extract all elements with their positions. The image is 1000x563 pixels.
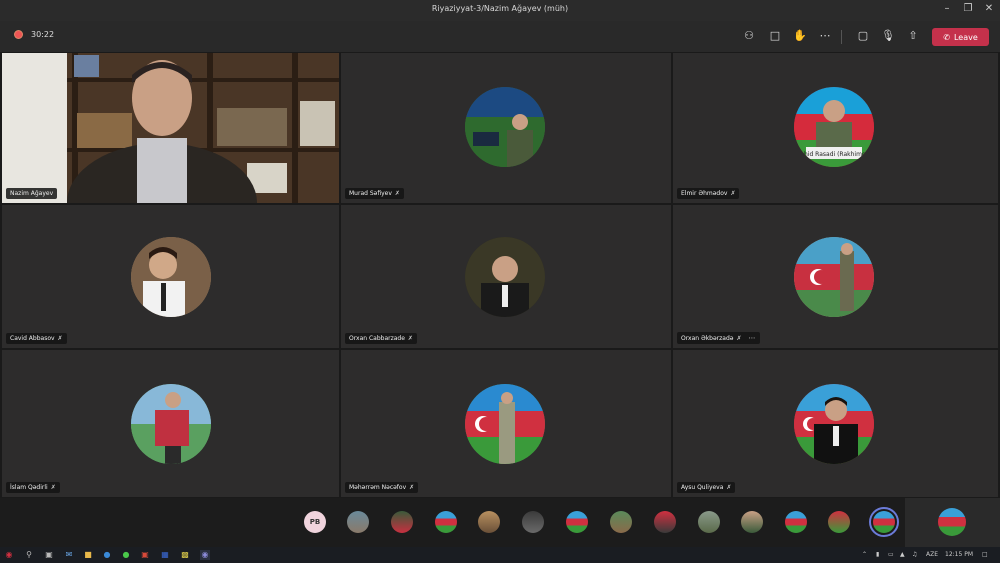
participant-tile[interactable]: Murad Səfiyev ✗: [341, 53, 671, 203]
leave-button[interactable]: ✆ Leave: [932, 28, 989, 46]
participant-tray: PB: [0, 498, 1000, 547]
recording-icon: [14, 30, 23, 39]
notifications-icon[interactable]: □: [982, 551, 988, 558]
chrome-icon[interactable]: ●: [121, 550, 131, 560]
self-view[interactable]: [905, 498, 1000, 547]
network-icon[interactable]: ▲: [900, 551, 905, 558]
mic-muted-icon: ✗: [57, 335, 63, 342]
minimize-icon[interactable]: –: [940, 3, 954, 14]
tray-avatar[interactable]: [478, 511, 500, 533]
phone-icon: ✆: [943, 32, 950, 42]
more-options-icon[interactable]: ⋯: [818, 29, 832, 43]
camera-off-icon[interactable]: ▢: [856, 29, 870, 43]
participant-tile[interactable]: Cavid Abbasov ✗: [2, 205, 339, 348]
restore-icon[interactable]: ❐: [961, 3, 975, 14]
tray-avatar[interactable]: [522, 511, 544, 533]
mail-icon[interactable]: ✉: [64, 550, 74, 560]
notes-icon[interactable]: ▩: [180, 550, 190, 560]
participants-icon[interactable]: ⚇: [742, 29, 756, 43]
participant-name-tag: Cavid Abbasov ✗: [6, 333, 67, 344]
tray-avatar[interactable]: [610, 511, 632, 533]
self-avatar: [938, 508, 966, 536]
participant-avatar: [131, 384, 211, 464]
participant-name-tag: Orxan Əkbərzadə ✗ ⋯: [677, 332, 760, 344]
participant-name-tag: Nazim Ağayev: [6, 188, 58, 199]
tray-avatar[interactable]: [785, 511, 807, 533]
more-options-icon[interactable]: ⋯: [749, 334, 756, 342]
close-icon[interactable]: ✕: [982, 3, 996, 14]
presenter-video: [2, 53, 339, 203]
mic-muted-icon: ✗: [407, 335, 413, 342]
mic-muted-icon: ✗: [736, 334, 742, 342]
input-language[interactable]: AZE: [926, 551, 938, 558]
active-speaker-ring[interactable]: [869, 507, 899, 537]
tray-avatar: [873, 511, 895, 533]
mic-muted-icon: ✗: [50, 484, 56, 491]
participant-tile[interactable]: İslam Qədirli ✗: [2, 350, 339, 497]
word-icon[interactable]: ▦: [160, 550, 170, 560]
mic-off-icon[interactable]: 🎙: [881, 29, 895, 43]
raise-hand-icon[interactable]: ✋: [793, 29, 807, 43]
meeting-timer: 30:22: [14, 30, 54, 39]
tray-avatar[interactable]: [654, 511, 676, 533]
participant-avatar: [465, 384, 545, 464]
chat-icon[interactable]: □: [768, 29, 782, 43]
title-bar: Riyaziyyat-3/Nazim Ağayev (müh) – ❐ ✕: [0, 0, 1000, 21]
meeting-toolbar: 30:22 ⚇ □ ✋ ⋯ ▢ 🎙 ⇧ ✆ Leave: [0, 21, 1000, 52]
participant-avatar: [465, 237, 545, 317]
mic-muted-icon: ✗: [394, 190, 400, 197]
task-view-icon[interactable]: ▣: [44, 550, 54, 560]
participant-tile[interactable]: Orxan Cabbarzade ✗: [341, 205, 671, 348]
mic-muted-icon: ✗: [409, 484, 415, 491]
participant-name-tag: Murad Səfiyev ✗: [345, 188, 404, 199]
participant-name-tag: Aysu Quliyeva ✗: [677, 482, 736, 493]
participant-tile-video[interactable]: Nazim Ağayev: [2, 53, 339, 203]
teams-icon[interactable]: ◉: [200, 550, 210, 560]
video-grid: Nazim Ağayev Murad Səfiyev ✗ Sahid Rasad…: [0, 52, 1000, 498]
participant-name-tag: Elmir Əhmədov ✗: [677, 188, 740, 199]
tray-avatar[interactable]: [698, 511, 720, 533]
mic-muted-icon: ✗: [730, 190, 736, 197]
office-icon[interactable]: ▣: [140, 550, 150, 560]
tray-avatar[interactable]: [828, 511, 850, 533]
tray-avatar[interactable]: [391, 511, 413, 533]
clock[interactable]: 12:15 PM: [945, 551, 973, 558]
share-screen-icon[interactable]: ⇧: [906, 29, 920, 43]
participant-tile[interactable]: Orxan Əkbərzadə ✗ ⋯: [673, 205, 998, 348]
participant-tile[interactable]: Məhərrəm Nəcəfov ✗: [341, 350, 671, 497]
tray-avatar[interactable]: [741, 511, 763, 533]
participant-avatar: [794, 237, 874, 317]
participant-name-tag: Məhərrəm Nəcəfov ✗: [345, 482, 419, 493]
participant-avatar: [794, 384, 874, 464]
file-explorer-icon[interactable]: ■: [83, 550, 93, 560]
mic-muted-icon: ✗: [726, 484, 732, 491]
tray-avatar[interactable]: [347, 511, 369, 533]
participant-avatar: [465, 87, 545, 167]
windows-taskbar: ◉ ⚲ ▣ ✉ ■ ● ● ▣ ▦ ▩ ◉ ⌃ ▮ ▭ ▲ ♫ AZE 12:1…: [0, 547, 1000, 563]
edge-icon[interactable]: ●: [102, 550, 112, 560]
participant-initials-avatar[interactable]: PB: [304, 511, 326, 533]
tray-avatar[interactable]: [566, 511, 588, 533]
search-icon[interactable]: ⚲: [24, 550, 34, 560]
chevron-up-icon[interactable]: ⌃: [862, 551, 867, 558]
participant-name-tag: İslam Qədirli ✗: [6, 482, 60, 493]
tray-avatar[interactable]: [435, 511, 457, 533]
participant-tile[interactable]: Sahid Rasadi (Rakhimov) Elmir Əhmədov ✗: [673, 53, 998, 203]
avatar-caption: Sahid Rasadi (Rakhimov): [797, 151, 872, 158]
toolbar-divider: [841, 30, 842, 44]
window-title: Riyaziyyat-3/Nazim Ağayev (müh): [431, 4, 569, 13]
participant-avatar: [131, 237, 211, 317]
participant-avatar: Sahid Rasadi (Rakhimov): [794, 87, 874, 167]
battery-icon[interactable]: ▭: [888, 551, 894, 558]
start-icon[interactable]: ◉: [4, 550, 14, 560]
participant-name-tag: Orxan Cabbarzade ✗: [345, 333, 417, 344]
usb-icon[interactable]: ▮: [876, 551, 879, 558]
volume-icon[interactable]: ♫: [912, 551, 917, 558]
participant-tile[interactable]: Aysu Quliyeva ✗: [673, 350, 998, 497]
